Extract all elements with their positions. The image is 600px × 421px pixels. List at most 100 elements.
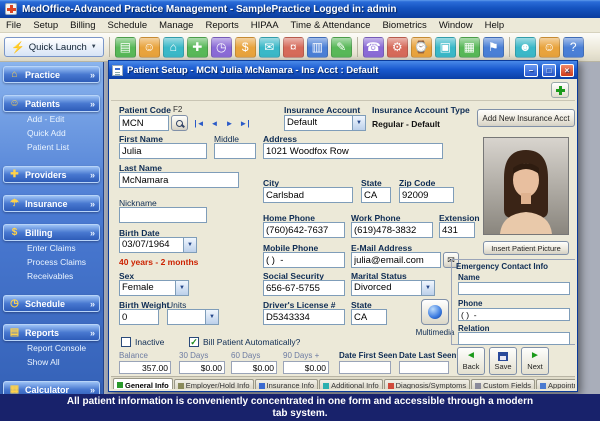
sidebar-item-calculator[interactable]: ▦ Calculator »: [3, 381, 100, 394]
birth-weight-input[interactable]: [119, 309, 159, 325]
statistics-icon[interactable]: ▦: [459, 37, 480, 58]
billing-icon[interactable]: $: [235, 37, 256, 58]
save-button[interactable]: Save: [489, 347, 517, 375]
address-input[interactable]: [263, 143, 443, 159]
sidebar-item-schedule[interactable]: ◷ Schedule »: [3, 295, 100, 312]
sidebar-item-process-claims[interactable]: Process Claims: [0, 255, 103, 269]
flag-icon[interactable]: ⚑: [483, 37, 504, 58]
claims-icon[interactable]: ✉: [259, 37, 280, 58]
menu-setup[interactable]: Setup: [27, 19, 64, 32]
menu-help[interactable]: Help: [479, 19, 511, 32]
quick-launch-button[interactable]: ⚡ Quick Launch ▼: [4, 37, 104, 57]
middle-name-input[interactable]: [214, 143, 256, 159]
tab-diagnosis-symptoms[interactable]: Diagnosis/Symptoms: [384, 379, 470, 389]
sidebar-item-providers[interactable]: ✚ Providers »: [3, 166, 100, 183]
tab-insurance-info[interactable]: Insurance Info: [255, 379, 319, 389]
practice-icon[interactable]: ⌂: [163, 37, 184, 58]
zip-code-input[interactable]: [399, 187, 454, 203]
time-clock-icon[interactable]: ⌚: [411, 37, 432, 58]
sidebar-item-billing[interactable]: $ Billing »: [3, 224, 100, 241]
mobile-phone-input[interactable]: [263, 252, 345, 268]
close-button[interactable]: ×: [560, 64, 574, 77]
computer-icon[interactable]: ▣: [435, 37, 456, 58]
phone-icon[interactable]: ☎: [363, 37, 384, 58]
reports-icon[interactable]: ▥: [307, 37, 328, 58]
tab-additional-info[interactable]: Additional Info: [319, 379, 383, 389]
extension-input[interactable]: [439, 222, 475, 238]
last-name-input[interactable]: [119, 172, 239, 188]
drivers-license-input[interactable]: [263, 309, 345, 325]
sidebar-item-reports[interactable]: ▤ Reports »: [3, 324, 100, 341]
units-select[interactable]: ▼: [167, 309, 219, 325]
minimize-button[interactable]: –: [524, 64, 538, 77]
f2-hint: F2: [173, 105, 182, 114]
sidebar-label-calculator: Calculator: [25, 385, 69, 395]
sidebar-item-receivables[interactable]: Receivables: [0, 269, 103, 283]
menu-schedule[interactable]: Schedule: [102, 19, 154, 32]
next-record-button[interactable]: ►: [223, 116, 236, 130]
ssn-input[interactable]: [263, 280, 345, 296]
bill-automatically-checkbox[interactable]: ✓: [189, 337, 199, 347]
last-record-button[interactable]: ►|: [238, 116, 251, 130]
nickname-input[interactable]: [119, 207, 207, 223]
sidebar-item-quick-add[interactable]: Quick Add: [0, 126, 103, 140]
sidebar-item-enter-claims[interactable]: Enter Claims: [0, 241, 103, 255]
next-button[interactable]: ► Next: [521, 347, 549, 375]
tab-custom-fields[interactable]: Custom Fields: [471, 379, 535, 389]
sidebar-item-insurance[interactable]: ☂ Insurance »: [3, 195, 100, 212]
first-name-input[interactable]: [119, 143, 207, 159]
tab-employer-hold-info[interactable]: Employer/Hold Info: [174, 379, 254, 389]
back-button[interactable]: ◄ Back: [457, 347, 485, 375]
help-icon[interactable]: ?: [563, 37, 584, 58]
sidebar-item-practice[interactable]: ⌂ Practice »: [3, 66, 100, 83]
home-phone-input[interactable]: [263, 222, 345, 238]
patients-icon[interactable]: ☺: [139, 37, 160, 58]
license-state-input[interactable]: [351, 309, 387, 325]
sidebar-item-show-all[interactable]: Show All: [0, 355, 103, 369]
state-input[interactable]: [361, 187, 391, 203]
maximize-button[interactable]: □: [542, 64, 556, 77]
menu-manage[interactable]: Manage: [153, 19, 199, 32]
sidebar-item-add-edit[interactable]: Add - Edit: [0, 112, 103, 126]
sex-select[interactable]: Female ▼: [119, 280, 189, 296]
email-input[interactable]: [351, 252, 441, 268]
menu-hipaa[interactable]: HIPAA: [245, 19, 285, 32]
add-record-button[interactable]: [551, 82, 569, 98]
add-new-insurance-button[interactable]: Add New Insurance Acct: [477, 109, 575, 127]
work-phone-input[interactable]: [351, 222, 433, 238]
prev-record-button[interactable]: ◄: [208, 116, 221, 130]
city-input[interactable]: [263, 187, 353, 203]
window-title: MedOffice-Advanced Practice Management -…: [22, 4, 397, 15]
patient-record-icon[interactable]: ▤: [115, 37, 136, 58]
providers-icon[interactable]: ✚: [187, 37, 208, 58]
payments-icon[interactable]: ¤: [283, 37, 304, 58]
user-female-icon[interactable]: ☺: [539, 37, 560, 58]
menu-window[interactable]: Window: [433, 19, 479, 32]
settings-icon[interactable]: ⚙: [387, 37, 408, 58]
sidebar-item-patients[interactable]: ☺ Patients »: [3, 95, 100, 112]
birth-date-select[interactable]: 03/07/1964 ▼: [119, 237, 197, 253]
marital-status-select[interactable]: Divorced ▼: [351, 280, 435, 296]
sidebar-item-report-console[interactable]: Report Console: [0, 341, 103, 355]
tab-appointments[interactable]: Appointments: [536, 379, 575, 389]
sidebar-item-patient-list[interactable]: Patient List: [0, 140, 103, 154]
patient-search-button[interactable]: [171, 115, 188, 131]
print-icon[interactable]: ✎: [331, 37, 352, 58]
menu-file[interactable]: File: [0, 19, 27, 32]
menu-reports[interactable]: Reports: [199, 19, 244, 32]
tab-general-info[interactable]: General Info: [113, 378, 173, 389]
schedule-icon[interactable]: ◷: [211, 37, 232, 58]
multimedia-button[interactable]: [421, 299, 449, 325]
user-male-icon[interactable]: ☻: [515, 37, 536, 58]
menu-time-attendance[interactable]: Time & Attendance: [285, 19, 377, 32]
emergency-phone-input[interactable]: [458, 308, 570, 321]
first-record-button[interactable]: |◄: [193, 116, 206, 130]
insurance-account-select[interactable]: Default ▼: [284, 115, 366, 131]
insert-patient-picture-button[interactable]: Insert Patient Picture: [483, 241, 569, 255]
emergency-relation-input[interactable]: [458, 332, 570, 345]
menu-biometrics[interactable]: Biometrics: [376, 19, 432, 32]
emergency-name-input[interactable]: [458, 282, 570, 295]
menu-billing[interactable]: Billing: [64, 19, 101, 32]
patient-code-input[interactable]: [119, 115, 169, 131]
inactive-checkbox[interactable]: [121, 337, 131, 347]
